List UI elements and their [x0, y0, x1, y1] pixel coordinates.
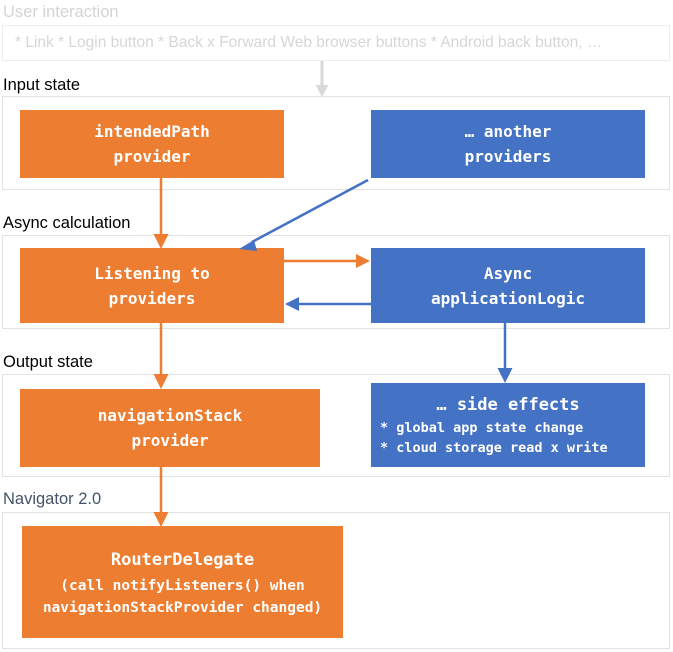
- arrow-user-interaction-to-input-state: [315, 61, 329, 97]
- node-router-delegate-sub-1: (call notifyListeners() when: [60, 578, 305, 594]
- user-interaction-input-value: * Link * Login button * Back x Forward W…: [15, 34, 603, 51]
- section-label-user-interaction: User interaction: [3, 3, 119, 21]
- node-router-delegate-title: RouterDelegate: [110, 550, 255, 570]
- node-intended-path-line2: provider: [113, 147, 191, 166]
- node-listening-line2: providers: [108, 288, 196, 308]
- node-listening-line1: Listening to: [94, 263, 210, 283]
- node-intended-path-line1: intendedPath: [94, 122, 210, 141]
- node-side-effects[interactable]: … side effects * global app state change…: [371, 383, 645, 467]
- section-label-output-state: Output state: [3, 353, 93, 371]
- section-label-async-calculation: Async calculation: [3, 214, 131, 232]
- node-listening-to-providers[interactable]: Listening to providers: [20, 248, 284, 323]
- node-async-application-logic[interactable]: Async applicationLogic: [371, 248, 645, 323]
- node-router-delegate-sub-2: navigationStackProvider changed): [42, 600, 323, 616]
- node-another-providers-line2: providers: [464, 147, 552, 166]
- section-label-navigator: Navigator 2.0: [3, 490, 102, 508]
- user-interaction-input[interactable]: * Link * Login button * Back x Forward W…: [2, 25, 670, 61]
- node-async-logic-line2: applicationLogic: [430, 288, 586, 308]
- node-another-providers-line1: … another: [464, 122, 552, 141]
- node-navigation-stack-line2: provider: [131, 431, 209, 450]
- node-another-providers[interactable]: … another providers: [371, 110, 645, 178]
- node-intended-path-provider[interactable]: intendedPath provider: [20, 110, 284, 178]
- node-side-effects-bullet-2: * cloud storage read x write: [380, 439, 608, 456]
- node-side-effects-title: … side effects: [436, 394, 580, 415]
- diagram-canvas: User interaction * Link * Login button *…: [0, 0, 673, 652]
- node-router-delegate[interactable]: RouterDelegate (call notifyListeners() w…: [22, 526, 343, 638]
- node-navigation-stack-line1: navigationStack: [97, 406, 243, 425]
- node-async-logic-line1: Async: [483, 263, 533, 283]
- node-side-effects-bullet-1: * global app state change: [380, 419, 584, 436]
- section-label-input-state: Input state: [3, 76, 81, 94]
- node-navigation-stack-provider[interactable]: navigationStack provider: [20, 389, 320, 467]
